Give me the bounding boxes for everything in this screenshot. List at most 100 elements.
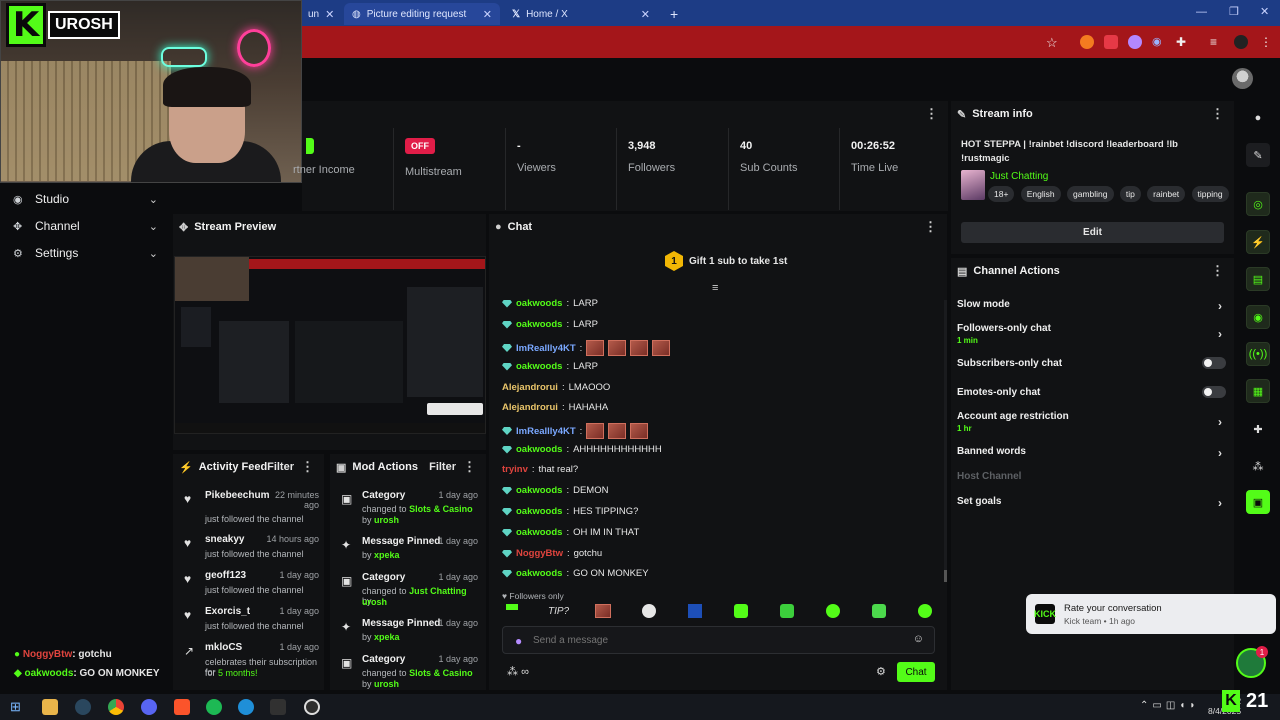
record-icon[interactable]: ◎ bbox=[1246, 192, 1270, 216]
epic-games-icon[interactable] bbox=[270, 699, 286, 715]
emote-icon[interactable] bbox=[734, 604, 748, 618]
star-icon[interactable]: ☆ bbox=[1046, 35, 1060, 50]
moderator-name[interactable]: xpeka bbox=[374, 550, 400, 560]
chat-bubble-icon[interactable]: ◉ bbox=[1246, 305, 1270, 329]
edge-icon[interactable] bbox=[238, 699, 254, 715]
chat-username[interactable]: oakwoods bbox=[516, 506, 562, 517]
bolt-icon[interactable]: ⚡ bbox=[1246, 230, 1270, 254]
reading-list-icon[interactable]: ≡ bbox=[1210, 35, 1224, 49]
chat-message-input[interactable] bbox=[533, 631, 893, 649]
follower-name[interactable]: Exorcis_t bbox=[205, 606, 250, 617]
apps-icon[interactable]: ⁂ bbox=[1246, 454, 1270, 478]
profile-icon[interactable] bbox=[1234, 35, 1248, 49]
send-chat-button[interactable]: Chat bbox=[897, 662, 935, 682]
moderator-name[interactable]: urosh bbox=[362, 597, 387, 607]
gift-sub-banner[interactable]: 1 Gift 1 sub to take 1st bbox=[665, 251, 787, 271]
pinned-toggle-icon[interactable]: ≡ bbox=[712, 282, 718, 294]
category-name[interactable]: Just Chatting bbox=[409, 586, 467, 596]
wrench-icon[interactable]: ✚ bbox=[1246, 417, 1270, 441]
avatar[interactable] bbox=[1232, 68, 1253, 89]
extension-icon[interactable] bbox=[1080, 35, 1094, 49]
chat-username[interactable]: oakwoods bbox=[516, 361, 562, 372]
subscriber-name[interactable]: mkloCS bbox=[205, 642, 242, 653]
windows-start-icon[interactable]: ⊞ bbox=[10, 699, 26, 715]
browser-tab[interactable]: un ✕ bbox=[300, 3, 340, 25]
chat-username[interactable]: oakwoods bbox=[516, 444, 562, 455]
chrome-icon[interactable] bbox=[108, 699, 124, 715]
category-name[interactable]: Slots & Casino bbox=[409, 504, 473, 514]
category-name[interactable]: Slots & Casino bbox=[409, 668, 473, 678]
address-bar[interactable]: ☆ ◉ ✚ ≡ ⋮ bbox=[300, 26, 1280, 58]
action-banned-words[interactable]: Banned words › bbox=[951, 446, 1234, 460]
chat-username[interactable]: ImReallly4KT bbox=[516, 426, 576, 437]
spotify-icon[interactable] bbox=[206, 699, 222, 715]
moderator-name[interactable]: urosh bbox=[374, 515, 399, 525]
chat-username[interactable]: ImReallly4KT bbox=[516, 343, 576, 354]
new-tab-button[interactable]: + bbox=[662, 3, 682, 25]
minimize-icon[interactable]: — bbox=[1196, 6, 1207, 18]
emote-icon[interactable]: TIP? bbox=[548, 606, 569, 617]
chat-username[interactable]: oakwoods bbox=[516, 298, 562, 309]
mic-icon[interactable]: ● bbox=[515, 634, 522, 648]
emote-icon[interactable] bbox=[780, 604, 794, 618]
chat-scrollbar[interactable] bbox=[944, 300, 947, 582]
more-icon[interactable]: ⋮ bbox=[1211, 263, 1224, 279]
category-link[interactable]: Just Chatting bbox=[990, 171, 1048, 182]
audio-icon[interactable]: ◉ bbox=[1152, 35, 1166, 49]
more-icon[interactable]: ⋮ bbox=[463, 459, 476, 475]
steam-icon[interactable] bbox=[75, 699, 91, 715]
nav-item-channel[interactable]: ✥ Channel ⌄ bbox=[0, 213, 172, 239]
subscribers-only-toggle[interactable] bbox=[1202, 357, 1226, 369]
document-icon[interactable]: ▤ bbox=[1246, 267, 1270, 291]
file-explorer-icon[interactable] bbox=[42, 699, 58, 715]
moderator-name[interactable]: xpeka bbox=[374, 632, 400, 642]
badge-icon[interactable]: ⁂ bbox=[507, 666, 518, 678]
emote-icon[interactable] bbox=[688, 604, 702, 618]
infinity-icon[interactable]: ∞ bbox=[521, 666, 529, 678]
action-set-goals[interactable]: Set goals › bbox=[951, 496, 1234, 510]
chat-username[interactable]: oakwoods bbox=[516, 485, 562, 496]
extension-icon[interactable] bbox=[1128, 35, 1142, 49]
chat-username[interactable]: Alejandrorui bbox=[502, 382, 558, 393]
more-icon[interactable]: ⋮ bbox=[924, 219, 937, 235]
chat-username[interactable]: oakwoods bbox=[516, 568, 562, 579]
more-icon[interactable]: ⋮ bbox=[301, 459, 314, 475]
filter-button[interactable]: Filter bbox=[267, 461, 294, 473]
chat-username[interactable]: oakwoods bbox=[516, 527, 562, 538]
broadcast-icon[interactable]: ((•)) bbox=[1246, 342, 1270, 366]
close-icon[interactable]: ✕ bbox=[325, 8, 334, 21]
menu-icon[interactable]: ⋮ bbox=[1260, 35, 1274, 49]
action-slow-mode[interactable]: Slow mode › bbox=[951, 299, 1234, 313]
emote-icon[interactable] bbox=[506, 604, 518, 610]
clapperboard-icon[interactable]: ▣ bbox=[1246, 490, 1270, 514]
chat-username[interactable]: NoggyBtw bbox=[516, 548, 563, 559]
toast-notification[interactable]: KICK Rate your conversation Kick team • … bbox=[1026, 594, 1276, 634]
discord-icon[interactable] bbox=[141, 699, 157, 715]
emoji-icon[interactable]: ☺ bbox=[913, 633, 924, 645]
obs-icon[interactable] bbox=[304, 699, 320, 715]
system-tray-icons[interactable]: ⌃▭◫◖◗ bbox=[1140, 700, 1199, 711]
action-followers-only[interactable]: Followers-only chat 1 min › bbox=[951, 323, 1234, 345]
moderator-name[interactable]: urosh bbox=[374, 679, 399, 689]
chat-username[interactable]: oakwoods bbox=[516, 319, 562, 330]
maximize-icon[interactable]: ❐ bbox=[1229, 5, 1239, 18]
emote-icon[interactable] bbox=[642, 604, 656, 618]
follower-name[interactable]: geoff123 bbox=[205, 570, 246, 581]
nav-item-studio[interactable]: ◉ Studio ⌄ bbox=[0, 186, 172, 212]
close-icon[interactable]: ✕ bbox=[641, 8, 650, 21]
browser-tab[interactable]: 𝕏 Home / X ✕ bbox=[504, 3, 658, 25]
brave-icon[interactable] bbox=[174, 699, 190, 715]
support-chat-button[interactable]: 1 bbox=[1236, 646, 1268, 678]
emote-icon[interactable] bbox=[872, 604, 886, 618]
emotes-only-toggle[interactable] bbox=[1202, 386, 1226, 398]
stream-preview-video[interactable] bbox=[174, 256, 486, 434]
nav-item-settings[interactable]: ⚙ Settings ⌄ bbox=[0, 240, 172, 266]
info-icon[interactable]: ● bbox=[1246, 106, 1270, 130]
gear-icon[interactable]: ⚙ bbox=[876, 665, 886, 678]
close-icon[interactable]: ✕ bbox=[483, 8, 492, 21]
pencil-icon[interactable]: ✎ bbox=[1246, 143, 1270, 167]
puzzle-icon[interactable]: ✚ bbox=[1176, 35, 1190, 49]
emote-icon[interactable] bbox=[918, 604, 932, 618]
chat-username[interactable]: Alejandrorui bbox=[502, 402, 558, 413]
filter-button[interactable]: Filter bbox=[429, 461, 456, 473]
